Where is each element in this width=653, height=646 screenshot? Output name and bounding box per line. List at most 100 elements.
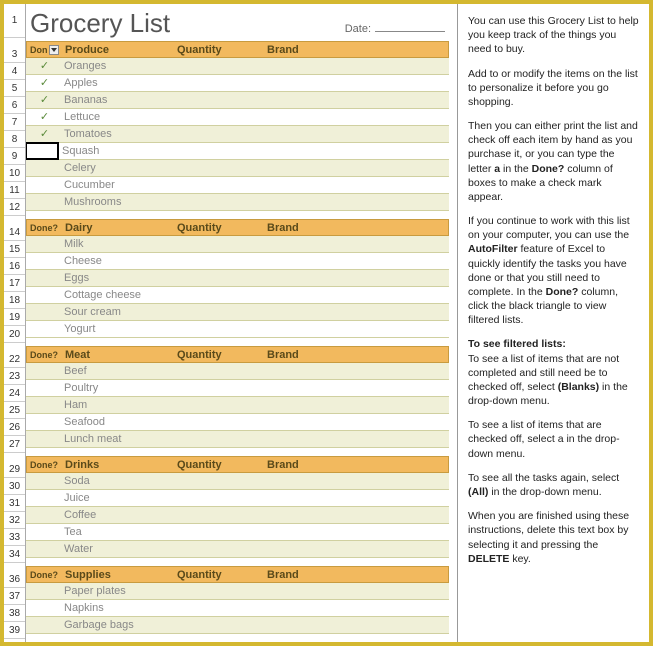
brand-cell[interactable] [262, 160, 449, 176]
done-cell[interactable] [26, 321, 60, 337]
quantity-cell[interactable] [172, 287, 262, 303]
quantity-cell[interactable] [172, 177, 262, 193]
done-cell[interactable]: ✓ [26, 58, 60, 74]
item-cell[interactable]: Apples [60, 75, 172, 91]
col-done-header[interactable]: Don [27, 42, 61, 57]
done-cell[interactable] [26, 253, 60, 269]
quantity-cell[interactable] [172, 380, 262, 396]
table-row[interactable]: Soda [26, 473, 449, 490]
done-cell[interactable] [26, 304, 60, 320]
col-done-header[interactable]: Done? [27, 567, 61, 582]
quantity-cell[interactable] [172, 473, 262, 489]
done-cell[interactable]: ✓ [26, 92, 60, 108]
done-cell[interactable] [26, 507, 60, 523]
item-cell[interactable]: Soda [60, 473, 172, 489]
item-cell[interactable]: Cheese [60, 253, 172, 269]
brand-cell[interactable] [262, 321, 449, 337]
done-cell[interactable] [26, 431, 60, 447]
brand-cell[interactable] [262, 363, 449, 379]
item-cell[interactable]: Bananas [60, 92, 172, 108]
brand-cell[interactable] [262, 541, 449, 557]
quantity-cell[interactable] [172, 321, 262, 337]
table-row[interactable]: Cheese [26, 253, 449, 270]
quantity-cell[interactable] [172, 397, 262, 413]
brand-cell[interactable] [262, 304, 449, 320]
table-row[interactable]: Tea [26, 524, 449, 541]
brand-cell[interactable] [262, 507, 449, 523]
table-row[interactable]: Coffee [26, 507, 449, 524]
table-row[interactable]: Milk [26, 236, 449, 253]
table-row[interactable]: Cottage cheese [26, 287, 449, 304]
item-cell[interactable]: Poultry [60, 380, 172, 396]
brand-cell[interactable] [262, 109, 449, 125]
quantity-cell[interactable] [172, 160, 262, 176]
col-done-header[interactable]: Done? [27, 457, 61, 472]
table-row[interactable]: Lunch meat [26, 431, 449, 448]
done-cell[interactable] [26, 363, 60, 379]
brand-cell[interactable] [262, 126, 449, 142]
done-cell[interactable] [26, 541, 60, 557]
brand-cell[interactable] [262, 600, 449, 616]
item-cell[interactable]: Napkins [60, 600, 172, 616]
quantity-cell[interactable] [170, 143, 260, 159]
quantity-cell[interactable] [172, 194, 262, 210]
item-cell[interactable]: Garbage bags [60, 617, 172, 633]
done-cell[interactable] [26, 583, 60, 599]
table-row[interactable]: ✓Oranges [26, 58, 449, 75]
done-cell[interactable]: ✓ [26, 75, 60, 91]
done-cell[interactable] [26, 600, 60, 616]
table-row[interactable]: Garbage bags [26, 617, 449, 634]
item-cell[interactable]: Lettuce [60, 109, 172, 125]
brand-cell[interactable] [262, 75, 449, 91]
brand-cell[interactable] [262, 177, 449, 193]
quantity-cell[interactable] [172, 600, 262, 616]
quantity-cell[interactable] [172, 524, 262, 540]
brand-cell[interactable] [262, 414, 449, 430]
done-cell[interactable]: ✓ [26, 126, 60, 142]
brand-cell[interactable] [262, 287, 449, 303]
table-row[interactable]: Beef [26, 363, 449, 380]
item-cell[interactable]: Oranges [60, 58, 172, 74]
table-row[interactable]: ✓Bananas [26, 92, 449, 109]
brand-cell[interactable] [262, 583, 449, 599]
quantity-cell[interactable] [172, 75, 262, 91]
brand-cell[interactable] [262, 473, 449, 489]
item-cell[interactable]: Cottage cheese [60, 287, 172, 303]
item-cell[interactable]: Milk [60, 236, 172, 252]
table-row[interactable]: Cucumber [26, 177, 449, 194]
brand-cell[interactable] [262, 431, 449, 447]
done-cell[interactable] [26, 287, 60, 303]
quantity-cell[interactable] [172, 236, 262, 252]
item-cell[interactable]: Coffee [60, 507, 172, 523]
quantity-cell[interactable] [172, 507, 262, 523]
quantity-cell[interactable] [172, 126, 262, 142]
quantity-cell[interactable] [172, 270, 262, 286]
done-cell[interactable] [26, 177, 60, 193]
brand-cell[interactable] [262, 253, 449, 269]
item-cell[interactable]: Cucumber [60, 177, 172, 193]
col-done-header[interactable]: Done? [27, 347, 61, 362]
item-cell[interactable]: Mushrooms [60, 194, 172, 210]
table-row[interactable]: ✓Tomatoes [26, 126, 449, 143]
date-input-line[interactable] [375, 31, 445, 32]
table-row[interactable]: Mushrooms [26, 194, 449, 211]
col-done-header[interactable]: Done? [27, 220, 61, 235]
done-cell[interactable] [26, 380, 60, 396]
done-cell[interactable] [26, 236, 60, 252]
done-cell[interactable] [26, 194, 60, 210]
quantity-cell[interactable] [172, 414, 262, 430]
quantity-cell[interactable] [172, 92, 262, 108]
done-cell[interactable] [26, 142, 59, 160]
brand-cell[interactable] [262, 490, 449, 506]
done-cell[interactable] [26, 524, 60, 540]
item-cell[interactable]: Lunch meat [60, 431, 172, 447]
table-row[interactable]: Sour cream [26, 304, 449, 321]
item-cell[interactable]: Tea [60, 524, 172, 540]
table-row[interactable]: Napkins [26, 600, 449, 617]
table-row[interactable]: Eggs [26, 270, 449, 287]
brand-cell[interactable] [262, 270, 449, 286]
table-row[interactable]: Yogurt [26, 321, 449, 338]
done-cell[interactable] [26, 397, 60, 413]
quantity-cell[interactable] [172, 490, 262, 506]
item-cell[interactable]: Tomatoes [60, 126, 172, 142]
